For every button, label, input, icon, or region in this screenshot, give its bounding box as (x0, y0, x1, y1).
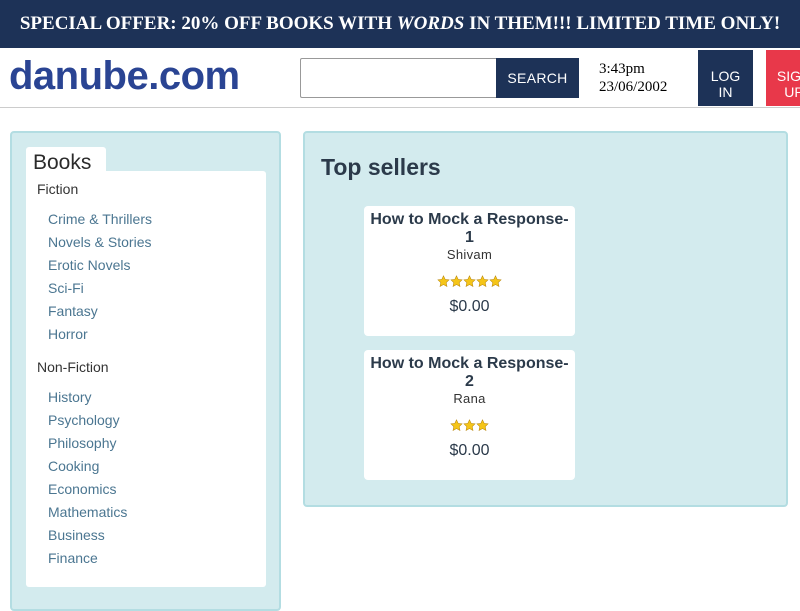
star-rating (364, 419, 575, 433)
fiction-heading: Fiction (37, 181, 79, 197)
category-link-finance[interactable]: Finance (48, 550, 98, 566)
promo-banner-emphasis: WORDS (396, 13, 465, 34)
category-link-philosophy[interactable]: Philosophy (48, 435, 117, 451)
login-button[interactable]: LOG IN (698, 50, 753, 106)
star-icon (476, 275, 489, 287)
category-link-horror[interactable]: Horror (48, 326, 88, 342)
book-author: Shivam (446, 247, 493, 262)
category-list: Fiction Crime & Thrillers Novels & Stori… (26, 171, 266, 587)
category-link-history[interactable]: History (48, 389, 92, 405)
search-button[interactable]: SEARCH (496, 58, 579, 98)
book-title[interactable]: How to Mock a Response-1 (366, 211, 573, 247)
category-link-novels-stories[interactable]: Novels & Stories (48, 234, 151, 250)
category-link-sci-fi[interactable]: Sci-Fi (48, 280, 84, 296)
current-time: 3:43pm (599, 61, 645, 77)
signup-button[interactable]: SIGN UP (766, 50, 800, 106)
category-sidebar: Books Fiction Crime & Thrillers Novels &… (10, 131, 281, 611)
site-logo[interactable]: danube.com (9, 54, 240, 99)
promo-banner-suffix: IN THEM!!! LIMITED TIME ONLY! (464, 13, 781, 34)
book-price: $0.00 (449, 442, 490, 459)
promo-banner: SPECIAL OFFER: 20% OFF BOOKS WITH WORDS … (0, 0, 800, 48)
star-icon (476, 419, 489, 431)
category-link-erotic-novels[interactable]: Erotic Novels (48, 257, 130, 273)
star-icon (450, 275, 463, 287)
star-icon (489, 275, 502, 287)
star-icon (463, 419, 476, 431)
star-rating (364, 275, 575, 289)
current-date: 23/06/2002 (599, 79, 668, 95)
search-input[interactable] (300, 58, 498, 98)
category-link-fantasy[interactable]: Fantasy (48, 303, 98, 319)
book-author: Rana (453, 391, 486, 406)
site-header: danube.com SEARCH 3:43pm 23/06/2002 LOG … (0, 48, 800, 108)
category-link-crime-thrillers[interactable]: Crime & Thrillers (48, 211, 152, 227)
category-link-business[interactable]: Business (48, 527, 105, 543)
top-sellers-section: Top sellers How to Mock a Response-1 Shi… (303, 131, 788, 507)
book-card[interactable]: How to Mock a Response-1 Shivam $0.00 (364, 206, 575, 336)
category-link-economics[interactable]: Economics (48, 481, 116, 497)
book-price: $0.00 (449, 298, 490, 315)
datetime: 3:43pm 23/06/2002 (599, 60, 667, 96)
book-card[interactable]: How to Mock a Response-2 Rana $0.00 (364, 350, 575, 480)
section-title: Top sellers (321, 154, 441, 180)
category-link-mathematics[interactable]: Mathematics (48, 504, 127, 520)
promo-banner-prefix: SPECIAL OFFER: 20% OFF BOOKS WITH (19, 13, 397, 34)
book-title[interactable]: How to Mock a Response-2 (366, 355, 573, 391)
category-link-cooking[interactable]: Cooking (48, 458, 99, 474)
category-link-psychology[interactable]: Psychology (48, 412, 120, 428)
nonfiction-heading: Non-Fiction (37, 359, 109, 375)
star-icon (437, 275, 450, 287)
star-icon (463, 275, 476, 287)
star-icon (450, 419, 463, 431)
